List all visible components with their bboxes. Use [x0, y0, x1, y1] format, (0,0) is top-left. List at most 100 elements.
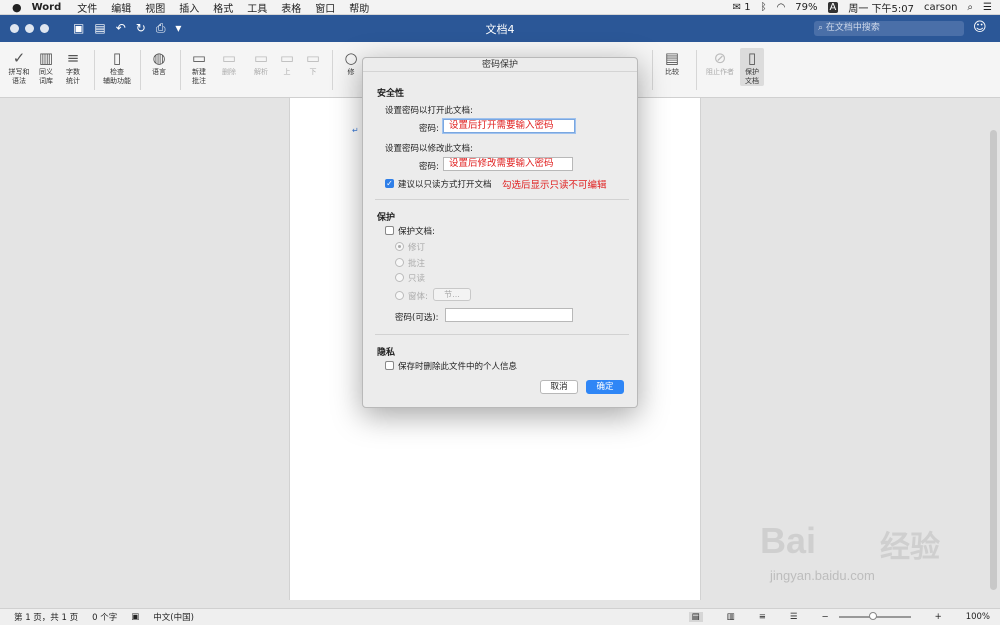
menu-format[interactable]: 格式	[213, 0, 233, 15]
lock-document-icon: ▯	[747, 49, 757, 67]
wechat-count: 1	[744, 2, 751, 13]
language-button[interactable]: ◍ 语言	[146, 48, 172, 77]
delete-label: 删除	[222, 68, 236, 76]
menu-view[interactable]: 视图	[145, 0, 165, 15]
apple-icon[interactable]: ●	[12, 1, 22, 14]
protect-document-label: 保护文档:	[398, 227, 435, 237]
menu-tools[interactable]: 工具	[247, 0, 267, 15]
paragraph-mark-icon: ↵	[352, 126, 359, 135]
ribbon-divider	[652, 50, 653, 90]
outline-view-icon[interactable]: ≡	[759, 612, 766, 622]
delete-comment-button[interactable]: ▭ 删除	[214, 48, 244, 77]
zoom-in-icon[interactable]: +	[935, 612, 942, 622]
feedback-smiley-icon[interactable]: ☺	[973, 20, 987, 35]
redo-icon[interactable]: ↻	[136, 21, 146, 36]
block-authors-button[interactable]: ⊘ 阻止作者	[702, 48, 738, 77]
check-accessibility-button[interactable]: ▯ 检查 辅助功能	[100, 48, 134, 86]
ribbon-divider	[180, 50, 181, 90]
book-icon: ▥	[38, 49, 54, 67]
menu-app-name[interactable]: Word	[32, 2, 62, 13]
user-name[interactable]: carson	[924, 2, 957, 13]
readonly-annotation: 勾选后显示只读不可编辑	[502, 180, 607, 191]
zoom-level[interactable]: 100%	[966, 612, 990, 622]
close-window-icon[interactable]	[10, 24, 19, 33]
section-divider	[375, 199, 629, 200]
undo-icon[interactable]: ↶	[116, 21, 126, 36]
next-comment-button[interactable]: ▭ 下	[302, 48, 324, 77]
forms-radio[interactable]	[395, 291, 404, 300]
input-method-icon[interactable]: A	[827, 2, 839, 13]
draft-view-icon[interactable]: ☰	[790, 612, 798, 622]
menu-insert[interactable]: 插入	[179, 0, 199, 15]
ok-button[interactable]: 确定	[586, 380, 624, 394]
word-count[interactable]: 0 个字	[92, 611, 117, 623]
word-count-button[interactable]: ≡ 字数 统计	[60, 48, 86, 86]
menu-window[interactable]: 窗口	[315, 0, 335, 15]
new-comment-icon: ▭	[191, 49, 207, 67]
document-search-input[interactable]: ⌕ 在文档中搜索	[814, 21, 964, 36]
bluetooth-icon[interactable]: ᛒ	[761, 2, 767, 13]
sections-button[interactable]: 节...	[433, 288, 471, 301]
menu-edit[interactable]: 编辑	[111, 0, 131, 15]
readonly-recommended-label: 建议以只读方式打开文档	[398, 180, 492, 190]
track-changes-icon: ○	[344, 49, 358, 67]
spotlight-icon[interactable]: ⌕	[967, 2, 973, 13]
wifi-icon[interactable]: ◠	[777, 2, 786, 13]
page-count[interactable]: 第 1 页，共 1 页	[14, 611, 78, 623]
menu-table[interactable]: 表格	[281, 0, 301, 15]
print-layout-icon[interactable]: ▤	[688, 612, 703, 622]
remove-personal-info-label: 保存时删除此文件中的个人信息	[398, 362, 518, 372]
thesaurus-label: 同义 词库	[39, 68, 53, 85]
comments-radio[interactable]	[395, 258, 404, 267]
globe-icon: ◍	[152, 49, 166, 67]
optional-password-label: 密码(可选):	[395, 313, 439, 323]
battery-level[interactable]: 79%	[795, 2, 817, 13]
menu-file[interactable]: 文件	[77, 0, 97, 15]
ribbon-divider	[332, 50, 333, 90]
wechat-icon[interactable]: ✉ 1	[733, 2, 751, 13]
zoom-slider-knob[interactable]	[868, 612, 877, 620]
open-password-field[interactable]: 设置后打开需要输入密码	[443, 119, 575, 133]
resolve-comment-button[interactable]: ▭ 解析	[248, 48, 274, 77]
spelling-grammar-button[interactable]: ✓ 拼写和 语法	[6, 48, 32, 86]
optional-password-field[interactable]	[445, 308, 573, 322]
forms-label: 窗体:	[408, 292, 428, 302]
new-comment-label: 新建 批注	[192, 68, 206, 85]
vertical-scrollbar[interactable]	[990, 130, 997, 590]
language-status[interactable]: 中文(中国)	[153, 611, 194, 623]
watermark-url: jingyan.baidu.com	[770, 568, 875, 583]
compare-button[interactable]: ▤ 比较	[658, 48, 686, 77]
protect-document-checkbox[interactable]	[385, 226, 394, 235]
readonly-recommended-checkbox[interactable]: ✓	[385, 179, 394, 188]
remove-personal-info-checkbox[interactable]	[385, 361, 394, 370]
zoom-slider[interactable]	[838, 612, 911, 620]
minimize-window-icon[interactable]	[25, 24, 34, 33]
baidu-watermark: Bai 经验 jingyan.baidu.com	[760, 520, 960, 600]
new-comment-button[interactable]: ▭ 新建 批注	[186, 48, 212, 86]
readonly-option-label: 只读	[408, 274, 426, 284]
previous-comment-button[interactable]: ▭ 上	[276, 48, 298, 77]
clock[interactable]: 周一 下午5:07	[848, 0, 914, 15]
protect-document-button[interactable]: ▯ 保护 文档	[740, 48, 764, 86]
sidebar-toggle-icon[interactable]: ▣	[73, 21, 84, 36]
privacy-heading: 隐私	[377, 348, 396, 358]
zoom-out-icon[interactable]: −	[821, 612, 828, 622]
save-icon[interactable]: ▤	[94, 21, 105, 36]
web-layout-icon[interactable]: ▥	[727, 612, 735, 622]
modify-password-heading: 设置密码以修改此文档:	[385, 144, 473, 154]
zoom-window-icon[interactable]	[40, 24, 49, 33]
revisions-radio[interactable]	[395, 242, 404, 251]
notification-center-icon[interactable]: ☰	[983, 2, 992, 13]
modify-password-field[interactable]: 设置后修改需要输入密码	[443, 157, 573, 171]
next-icon: ▭	[305, 49, 321, 67]
menu-help[interactable]: 帮助	[349, 0, 369, 15]
proofing-icon[interactable]: ▣	[131, 612, 139, 622]
thesaurus-button[interactable]: ▥ 同义 词库	[34, 48, 58, 86]
cancel-button[interactable]: 取消	[540, 380, 578, 394]
print-icon[interactable]: ⎙	[156, 21, 166, 36]
customize-toolbar-icon[interactable]: ▾	[175, 21, 181, 36]
track-changes-button[interactable]: ○ 修	[340, 48, 362, 77]
password-protection-dialog: 密码保护 安全性 设置密码以打开此文档: 密码: 设置后打开需要输入密码 设置密…	[362, 57, 638, 408]
watermark-cn: 经验	[880, 531, 940, 564]
readonly-radio[interactable]	[395, 273, 404, 282]
